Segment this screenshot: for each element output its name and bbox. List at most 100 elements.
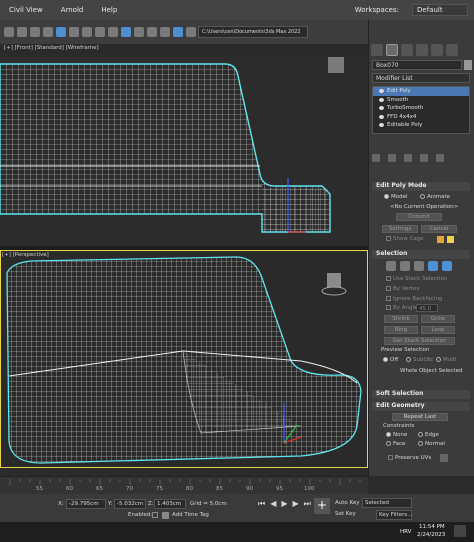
key-filters-button[interactable]: Key Filters... [376, 510, 412, 520]
repeat-last-button[interactable]: Repeat Last [392, 413, 448, 421]
y-coord-field[interactable]: -5.032cm [114, 499, 146, 509]
display-tab-icon[interactable] [431, 44, 443, 56]
curve-editor-icon[interactable] [186, 27, 196, 37]
motion-tab-icon[interactable] [416, 44, 428, 56]
angle-value-field[interactable]: 45.0 [416, 304, 438, 312]
make-unique-icon[interactable] [404, 154, 412, 162]
edit-poly-mode-rollout[interactable]: Edit Poly Mode [372, 182, 470, 191]
stack-item-edit-poly[interactable]: Edit Poly [373, 87, 469, 96]
go-to-start-icon[interactable]: ⏮ [258, 499, 265, 509]
rotate-icon[interactable] [95, 27, 105, 37]
project-path-field[interactable]: C:\Users\cen\Documents\3ds Max 2022 [198, 26, 308, 38]
modifier-list-dropdown[interactable]: Modifier List [372, 73, 470, 83]
constraint-none-radio[interactable]: None [386, 432, 407, 438]
ignore-backfacing-checkbox[interactable]: Ignore Backfacing [386, 296, 442, 302]
selection-rollout[interactable]: Selection [372, 250, 470, 259]
ring-button[interactable]: Ring [384, 326, 418, 334]
by-angle-checkbox[interactable]: By Angle: [386, 305, 419, 311]
object-color-swatch[interactable] [464, 60, 472, 70]
preview-off-radio[interactable]: Off [383, 357, 398, 363]
polygon-icon[interactable] [428, 261, 438, 271]
auto-key-button[interactable]: Auto Key [335, 500, 360, 506]
z-coord-field[interactable]: 1.403cm [154, 499, 186, 509]
configure-sets-icon[interactable] [436, 154, 444, 162]
align-icon[interactable] [160, 27, 170, 37]
stack-item-turbosmooth[interactable]: TurboSmooth [373, 104, 469, 113]
menu-arnold[interactable]: Arnold [52, 6, 93, 14]
set-key-large-icon[interactable]: + [314, 498, 330, 514]
menu-civil-view[interactable]: Civil View [0, 6, 52, 14]
workspace-dropdown[interactable]: Default [412, 4, 468, 16]
previous-frame-icon[interactable]: ◀ [270, 499, 276, 509]
perspective-viewport-label[interactable]: [+] [Perspective] [2, 252, 49, 258]
scale-icon[interactable] [108, 27, 118, 37]
stack-item-ffd[interactable]: FFD 4x4x4 [373, 113, 469, 122]
model-radio[interactable]: Model [384, 194, 408, 200]
preserve-uvs-checkbox[interactable]: Preserve UVs [388, 455, 431, 461]
object-name-field[interactable]: Box070 [372, 60, 462, 70]
clock-time[interactable]: 11:54 PM [419, 524, 445, 530]
constraint-face-radio[interactable]: Face [386, 441, 405, 447]
play-icon[interactable]: ▶ [281, 499, 287, 509]
edit-geometry-rollout[interactable]: Edit Geometry [372, 402, 470, 411]
constraint-edge-radio[interactable]: Edge [418, 432, 439, 438]
front-viewport-label[interactable]: [+] [Front] [Standard] [Wireframe] [0, 44, 368, 54]
x-coord-field[interactable]: -29.795cm [66, 499, 106, 509]
snap-icon[interactable] [121, 27, 131, 37]
loop-button[interactable]: Loop [421, 326, 455, 334]
redo-icon[interactable] [17, 27, 27, 37]
animate-radio[interactable]: Animate [420, 194, 450, 200]
cancel-button[interactable]: Cancel [421, 225, 457, 233]
commit-button[interactable]: Commit [396, 213, 442, 221]
vertex-icon[interactable] [386, 261, 396, 271]
go-to-end-icon[interactable]: ⏭ [304, 499, 311, 509]
cage-selected-color-swatch[interactable] [447, 236, 454, 243]
layer-icon[interactable] [173, 27, 183, 37]
utilities-tab-icon[interactable] [446, 44, 458, 56]
soft-selection-rollout[interactable]: Soft Selection [372, 390, 470, 399]
move-icon[interactable] [82, 27, 92, 37]
hierarchy-tab-icon[interactable] [401, 44, 413, 56]
set-key-button[interactable]: Set Key [335, 511, 356, 517]
front-viewport[interactable] [0, 54, 368, 246]
input-language[interactable]: HRV [400, 529, 411, 535]
cage-color-swatch[interactable] [437, 236, 444, 243]
constraint-normal-radio[interactable]: Normal [418, 441, 445, 447]
element-icon[interactable] [442, 261, 452, 271]
remove-modifier-icon[interactable] [420, 154, 428, 162]
select-region-icon[interactable] [69, 27, 79, 37]
preserve-uvs-settings-icon[interactable] [440, 454, 448, 462]
preview-multi-radio[interactable]: Multi [436, 357, 456, 363]
stack-item-editable-poly[interactable]: Editable Poly [373, 121, 469, 130]
create-tab-icon[interactable] [371, 44, 383, 56]
get-stack-selection-button[interactable]: Get Stack Selection [384, 337, 455, 345]
use-stack-selection-checkbox[interactable]: Use Stack Selection [386, 276, 447, 282]
next-frame-icon[interactable]: ▶ [293, 499, 299, 509]
angle-snap-icon[interactable] [134, 27, 144, 37]
select-icon[interactable] [56, 27, 66, 37]
unlink-icon[interactable] [43, 27, 53, 37]
clock-date[interactable]: 2/24/2023 [417, 532, 445, 538]
undo-icon[interactable] [4, 27, 14, 37]
grow-button[interactable]: Grow [421, 315, 455, 323]
time-tag-icon[interactable] [162, 512, 169, 519]
menu-help[interactable]: Help [92, 6, 126, 14]
show-end-result-icon[interactable] [388, 154, 396, 162]
pin-stack-icon[interactable] [372, 154, 380, 162]
border-icon[interactable] [414, 261, 424, 271]
link-icon[interactable] [30, 27, 40, 37]
mirror-icon[interactable] [147, 27, 157, 37]
add-time-tag-button[interactable]: Add Time Tag [172, 512, 209, 518]
modify-tab-icon[interactable] [386, 44, 398, 56]
by-vertex-checkbox[interactable]: By Vertex [386, 286, 419, 292]
notification-icon[interactable] [454, 525, 466, 537]
stack-item-smooth[interactable]: Smooth [373, 96, 469, 105]
enabled-checkbox[interactable] [152, 512, 158, 518]
show-cage-checkbox[interactable]: Show Cage [386, 236, 424, 242]
perspective-viewport[interactable] [0, 250, 368, 468]
preview-subobj-radio[interactable]: SubObj [406, 357, 433, 363]
edge-icon[interactable] [400, 261, 410, 271]
settings-button[interactable]: Settings [382, 225, 418, 233]
shrink-button[interactable]: Shrink [384, 315, 418, 323]
key-set-dropdown[interactable]: Selected [362, 498, 412, 508]
